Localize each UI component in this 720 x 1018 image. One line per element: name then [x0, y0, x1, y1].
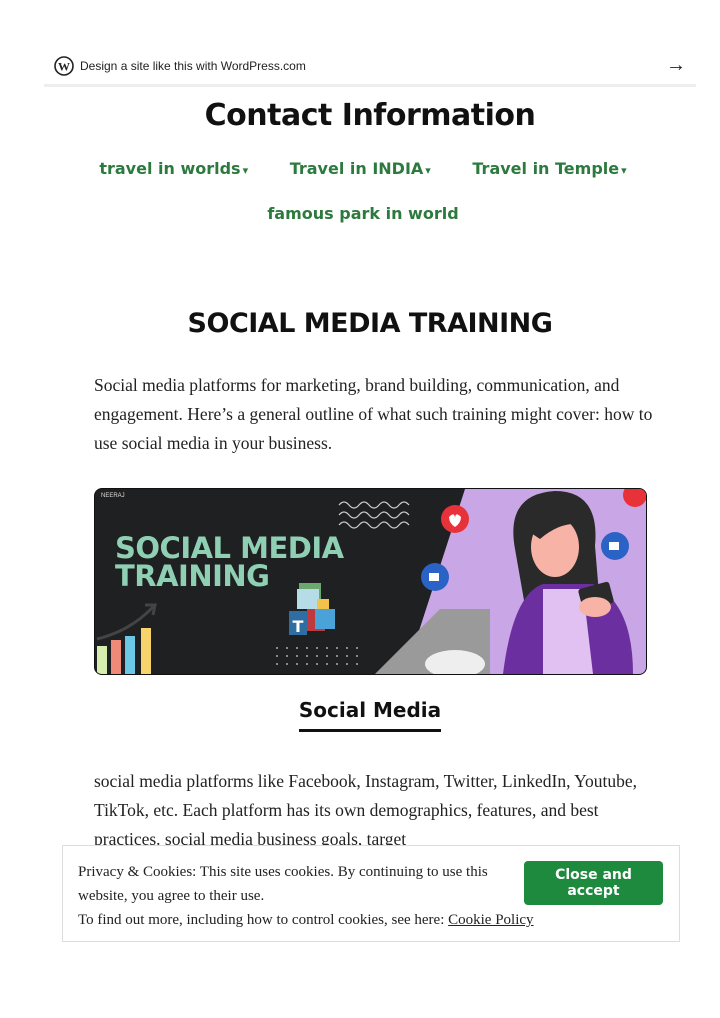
arrow-right-icon[interactable]: →: [666, 54, 686, 77]
dropdown-arrow-icon: ▾: [242, 164, 249, 177]
nav-item-travel-in-worlds[interactable]: travel in worlds ▾: [99, 159, 248, 178]
growth-bar: [111, 640, 121, 674]
cookie-consent-banner: Privacy & Cookies: This site uses cookie…: [62, 845, 680, 942]
cookie-policy-link[interactable]: Cookie Policy: [448, 912, 533, 928]
cookie-text: Privacy & Cookies: This site uses cookie…: [78, 860, 534, 932]
post-title: SOCIAL MEDIA TRAINING: [187, 308, 553, 339]
nav-item-famous-park[interactable]: famous park in world: [267, 204, 458, 223]
dropdown-arrow-icon: ▾: [621, 164, 627, 177]
main-navigation-row-2: famous park in world: [0, 204, 720, 223]
main-navigation: travel in worlds ▾ Travel in INDIA ▾ Trave…: [0, 159, 720, 178]
close-and-accept-button[interactable]: Close and accept: [524, 861, 663, 905]
banner-brand: NEERAJ: [101, 493, 125, 499]
nav-label: travel in worlds: [99, 159, 241, 178]
growth-bar: [125, 636, 135, 674]
banner-title-line1: SOCIAL MEDIA: [115, 531, 344, 565]
woman-with-phone-illustration: [421, 489, 646, 674]
wordpress-logo-icon: W: [54, 56, 74, 76]
social-media-training-banner-image: NEERAJ SOCIAL MEDIA TRAINING T: [94, 488, 647, 675]
wordpress-promo-bar[interactable]: W Design a site like this with WordPress…: [44, 48, 696, 87]
dropdown-arrow-icon: ▾: [425, 164, 431, 177]
section-heading: Social Media: [0, 698, 720, 732]
dot-grid-decoration: [276, 647, 358, 665]
nav-item-travel-in-temple[interactable]: Travel in Temple ▾: [472, 159, 626, 178]
cookie-notice-text: Privacy & Cookies: This site uses cookie…: [78, 864, 488, 904]
section-heading-text: Social Media: [298, 698, 442, 732]
body-paragraph: social media platforms like Facebook, In…: [94, 771, 638, 849]
nav-item-travel-in-india[interactable]: Travel in INDIA ▾: [290, 159, 431, 178]
intro-paragraph: Social media platforms for marketing, br…: [94, 375, 653, 453]
growth-bar: [97, 646, 107, 674]
app-icons-cluster-icon: T: [289, 583, 335, 636]
cookie-more-info-text: To find out more, including how to contr…: [78, 912, 449, 928]
nav-label: Travel in INDIA: [289, 159, 424, 178]
svg-text:W: W: [58, 60, 70, 74]
wordpress-promo-text[interactable]: Design a site like this with WordPress.c…: [80, 59, 306, 73]
growth-arrow-icon: [96, 603, 157, 641]
svg-text:T: T: [293, 617, 304, 636]
site-title[interactable]: Contact Information: [0, 98, 720, 133]
nav-label: Travel in Temple: [472, 159, 620, 178]
wave-lines-icon: [338, 501, 410, 529]
